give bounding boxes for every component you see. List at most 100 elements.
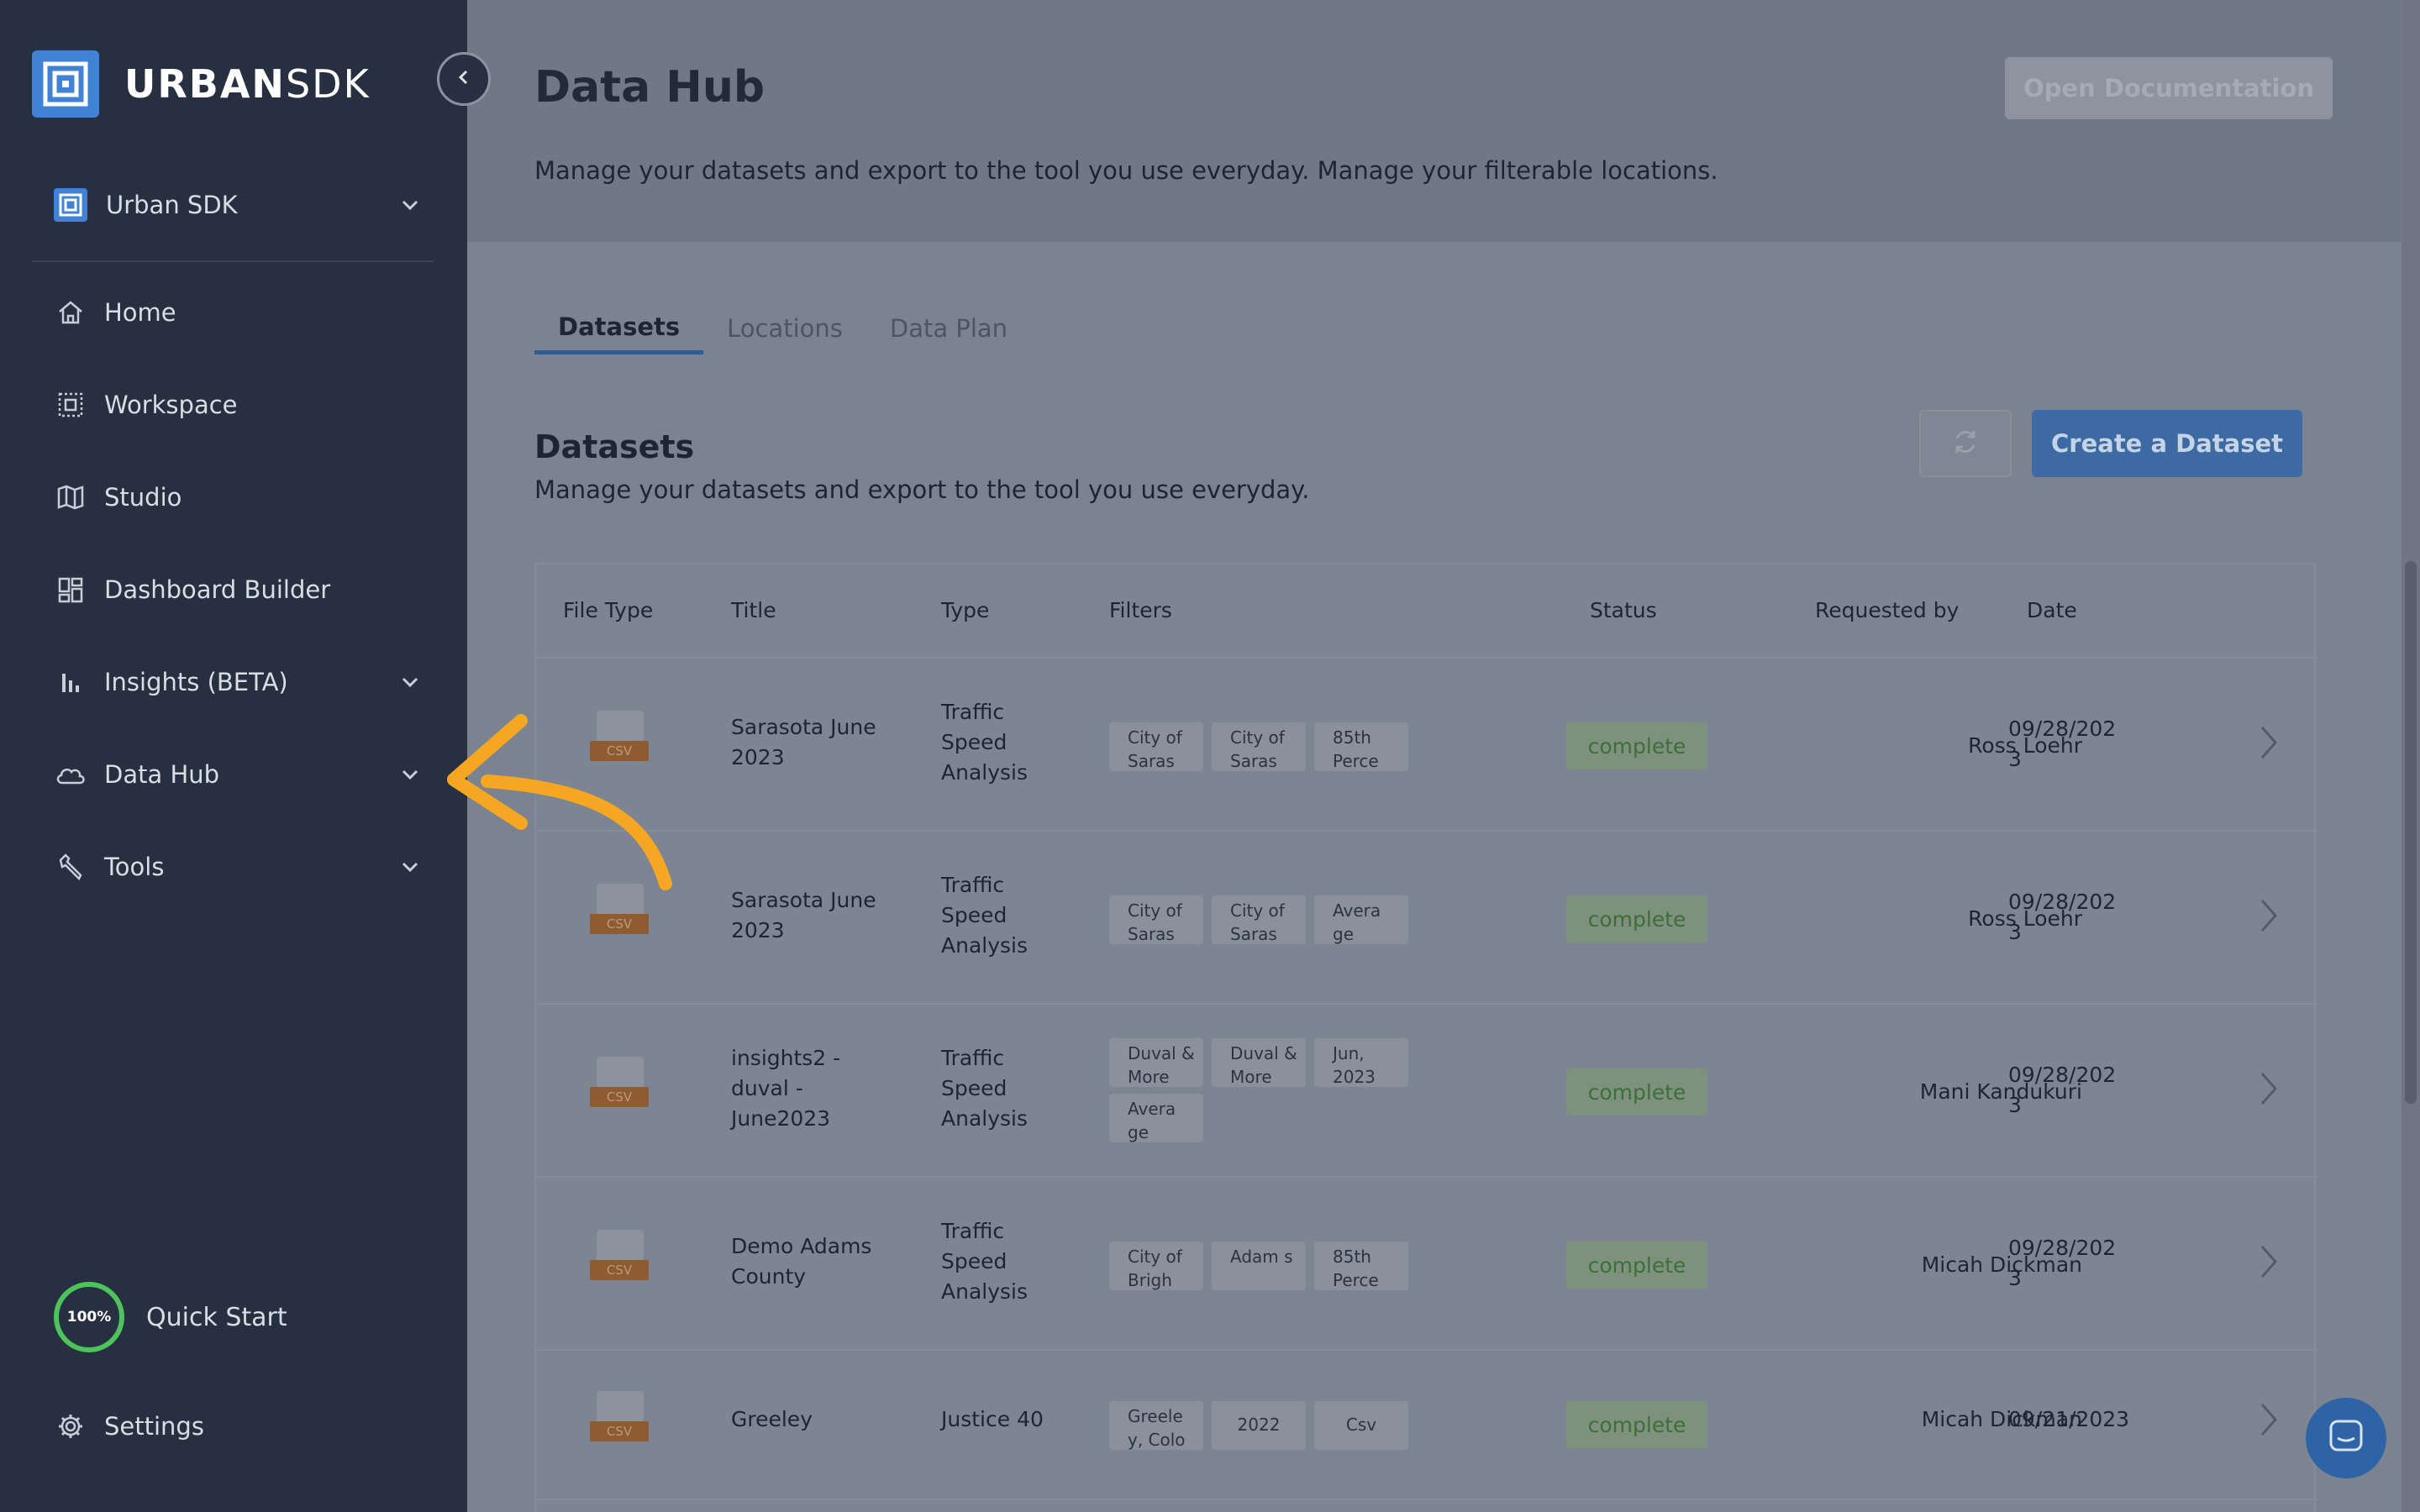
sidebar-item-label: Dashboard Builder <box>104 575 331 604</box>
filter-chip: City of Saras <box>1109 722 1203 771</box>
urbansdk-logo-icon <box>32 50 99 118</box>
sidebar-item-label: Insights (BETA) <box>104 668 288 696</box>
dataset-date: 09/28/202 3 <box>2008 1063 2117 1117</box>
filter-chip: City of Saras <box>1109 895 1203 944</box>
table-row[interactable]: CSV Sarasota June 2023 Traffic Speed Analys… <box>536 832 2317 1005</box>
sidebar-item-home[interactable]: Home <box>54 287 424 338</box>
chevron-right-icon[interactable] <box>2254 1398 2284 1445</box>
tab-data-plan[interactable]: Data Plan <box>866 302 1031 354</box>
org-switcher[interactable]: Urban SDK <box>54 186 424 223</box>
gear-icon <box>54 1410 87 1443</box>
chevron-down-icon <box>397 853 424 884</box>
brand-name: URBANSDK <box>124 61 371 107</box>
dataset-type: Justice 40 <box>941 1407 1044 1431</box>
dataset-date: 09/21/2023 <box>2008 1407 2130 1431</box>
dataset-title: Sarasota June 2023 <box>731 715 876 769</box>
filter-chip: 85th Perce nti <box>1314 1242 1408 1290</box>
home-icon <box>54 296 87 329</box>
dataset-date: 09/28/202 3 <box>2008 890 2117 944</box>
bar-chart-icon <box>54 665 87 699</box>
sidebar-item-label: Settings <box>104 1412 204 1441</box>
sidebar-item-studio[interactable]: Studio <box>54 472 424 522</box>
map-icon <box>54 480 87 514</box>
filter-chip: Greele y, Colo <box>1109 1401 1203 1450</box>
chat-icon <box>2326 1416 2366 1460</box>
datasets-table: File Type Title Type Filters Status Requ… <box>534 563 2317 1512</box>
column-header[interactable]: Title <box>731 598 776 622</box>
sidebar-item-workspace[interactable]: Workspace <box>54 380 424 430</box>
quick-start[interactable]: 100% Quick Start <box>54 1282 287 1352</box>
chat-support-button[interactable] <box>2306 1398 2386 1478</box>
filter-chip: Duval & More <box>1212 1038 1306 1087</box>
status-badge: complete <box>1566 1401 1707 1448</box>
sidebar-divider <box>32 260 434 262</box>
status-badge: complete <box>1566 1068 1707 1116</box>
tab-locations[interactable]: Locations <box>703 302 866 354</box>
org-label: Urban SDK <box>106 191 238 219</box>
main-content: Data Hub Manage your datasets and export… <box>467 0 2402 1512</box>
filter-chip: City of Saras <box>1212 895 1306 944</box>
page-header: Data Hub Manage your datasets and export… <box>467 0 2402 242</box>
column-header[interactable]: Requested by <box>1815 598 1959 622</box>
dataset-type: Traffic Speed Analysis <box>941 700 1028 785</box>
filter-chip: City of Brigh <box>1109 1242 1203 1290</box>
chevron-down-icon <box>397 761 424 791</box>
refresh-button[interactable] <box>1919 410 2012 477</box>
page-scrollbar[interactable] <box>2402 0 2420 1512</box>
column-header[interactable]: Status <box>1590 598 1657 622</box>
annotation-arrow-icon <box>447 714 672 890</box>
wrench-icon <box>54 850 87 884</box>
sidebar-item-tools[interactable]: Tools <box>54 842 424 892</box>
page-title: Data Hub <box>534 62 765 113</box>
chevron-down-icon <box>397 669 424 699</box>
dashboard-icon <box>54 573 87 606</box>
dataset-title: insights2 - duval - June2023 <box>731 1046 841 1131</box>
scrollbar-thumb[interactable] <box>2405 561 2417 1104</box>
sidebar-item-insights[interactable]: Insights (BETA) <box>54 657 424 707</box>
dataset-title: Greeley <box>731 1407 813 1431</box>
brand-logo[interactable]: URBANSDK <box>32 50 371 118</box>
dataset-title: Sarasota June 2023 <box>731 888 876 942</box>
table-row[interactable]: CSV Greeley Justice 40 Greele y, Colo 20… <box>536 1351 2317 1500</box>
sidebar-item-label: Studio <box>104 483 182 512</box>
collapse-sidebar-button[interactable] <box>437 52 491 106</box>
column-header[interactable]: Date <box>2027 598 2077 622</box>
chevron-right-icon[interactable] <box>2254 1067 2284 1114</box>
sidebar: URBANSDK Urban SDK Home Workspace Studio… <box>0 0 467 1512</box>
csv-file-icon: CSV <box>590 1230 649 1284</box>
org-logo-icon <box>54 188 87 222</box>
chevron-left-icon <box>452 66 476 92</box>
column-header[interactable]: File Type <box>563 598 653 622</box>
sidebar-item-dashboard-builder[interactable]: Dashboard Builder <box>54 564 424 615</box>
sidebar-item-label: Tools <box>104 853 165 881</box>
chevron-down-icon <box>397 192 424 222</box>
status-badge: complete <box>1566 722 1707 769</box>
chevron-right-icon[interactable] <box>2254 1240 2284 1287</box>
tab-datasets[interactable]: Datasets <box>534 302 704 354</box>
cloud-icon <box>54 758 87 791</box>
sidebar-item-data-hub[interactable]: Data Hub <box>54 749 424 800</box>
chevron-right-icon[interactable] <box>2254 894 2284 941</box>
sidebar-item-label: Data Hub <box>104 760 220 789</box>
workspace-icon <box>54 388 87 422</box>
csv-file-icon: CSV <box>590 1057 649 1110</box>
column-header[interactable]: Filters <box>1109 598 1172 622</box>
table-row[interactable]: CSV insights2 - duval - June2023 Traffic Sp… <box>536 1005 2317 1178</box>
dataset-type: Traffic Speed Analysis <box>941 873 1028 958</box>
filter-chip: Avera ge Speed <box>1314 895 1408 944</box>
table-row[interactable]: CSV Sarasota June 2023 Traffic Speed Analys… <box>536 659 2317 832</box>
chevron-right-icon[interactable] <box>2254 721 2284 768</box>
dataset-date: 09/28/202 3 <box>2008 717 2117 771</box>
table-header: File Type Title Type Filters Status Requ… <box>536 564 2317 659</box>
sidebar-item-settings[interactable]: Settings <box>54 1401 424 1452</box>
quick-start-progress: 100% <box>54 1282 124 1352</box>
table-row[interactable]: CSV Demo Adams County Traffic Speed Analysi… <box>536 1178 2317 1351</box>
column-header[interactable]: Type <box>941 598 989 622</box>
status-badge: complete <box>1566 895 1707 942</box>
status-badge: complete <box>1566 1242 1707 1289</box>
create-dataset-button[interactable]: Create a Dataset <box>2032 410 2302 477</box>
dataset-title: Demo Adams County <box>731 1234 872 1289</box>
filter-chip: Adam s <box>1212 1242 1306 1290</box>
section-title: Datasets <box>534 428 695 465</box>
open-documentation-button[interactable]: Open Documentation <box>2005 57 2333 119</box>
